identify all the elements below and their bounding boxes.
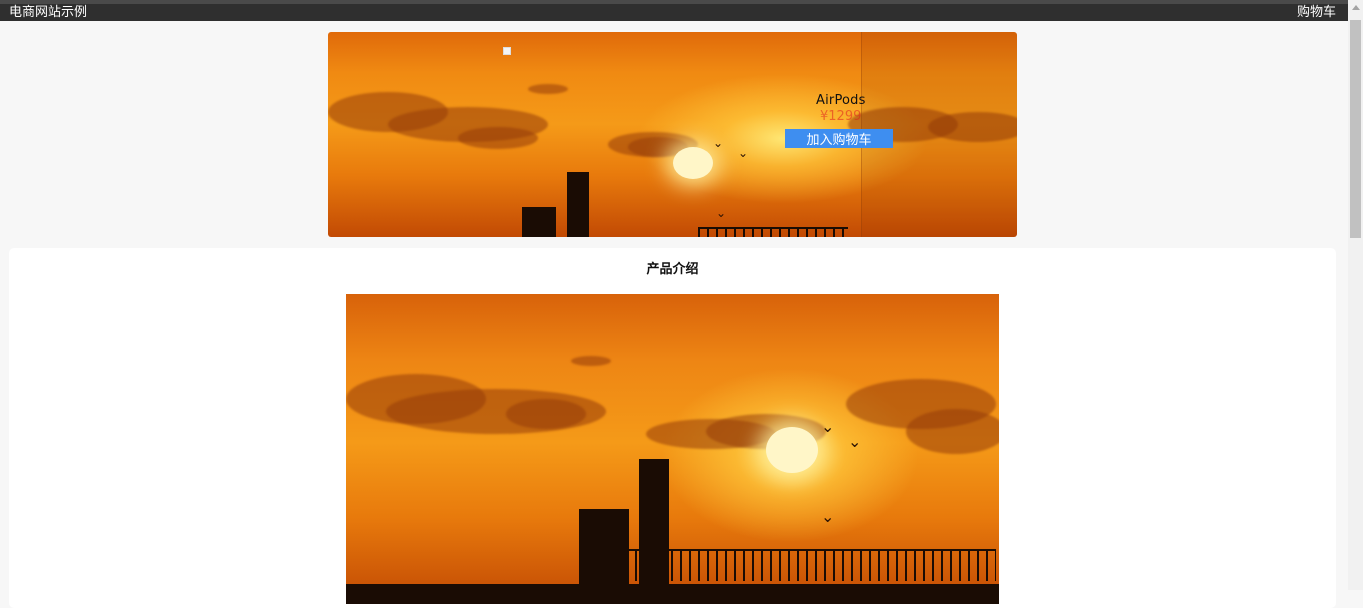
vertical-scrollbar[interactable] bbox=[1348, 0, 1363, 590]
product-name: AirPods bbox=[816, 93, 866, 108]
product-intro-section: 产品介绍 ⌄ ⌄ ⌄ bbox=[9, 248, 1336, 608]
product-intro-image: ⌄ ⌄ ⌄ bbox=[346, 294, 999, 604]
cart-link[interactable]: 购物车 bbox=[1297, 4, 1336, 21]
broken-image-icon bbox=[503, 47, 511, 55]
scroll-up-arrow-icon[interactable] bbox=[1352, 5, 1360, 10]
product-banner: ⌄ ⌄ ⌄ AirPods ¥1299 加入购物车 bbox=[328, 32, 1017, 237]
section-title: 产品介绍 bbox=[646, 262, 699, 277]
top-navigation-bar: 电商网站示例 购物车 bbox=[0, 0, 1348, 21]
scrollbar-thumb[interactable] bbox=[1350, 20, 1361, 238]
add-to-cart-button[interactable]: 加入购物车 bbox=[785, 129, 893, 148]
product-price: ¥1299 bbox=[820, 109, 862, 124]
site-title[interactable]: 电商网站示例 bbox=[9, 4, 87, 21]
